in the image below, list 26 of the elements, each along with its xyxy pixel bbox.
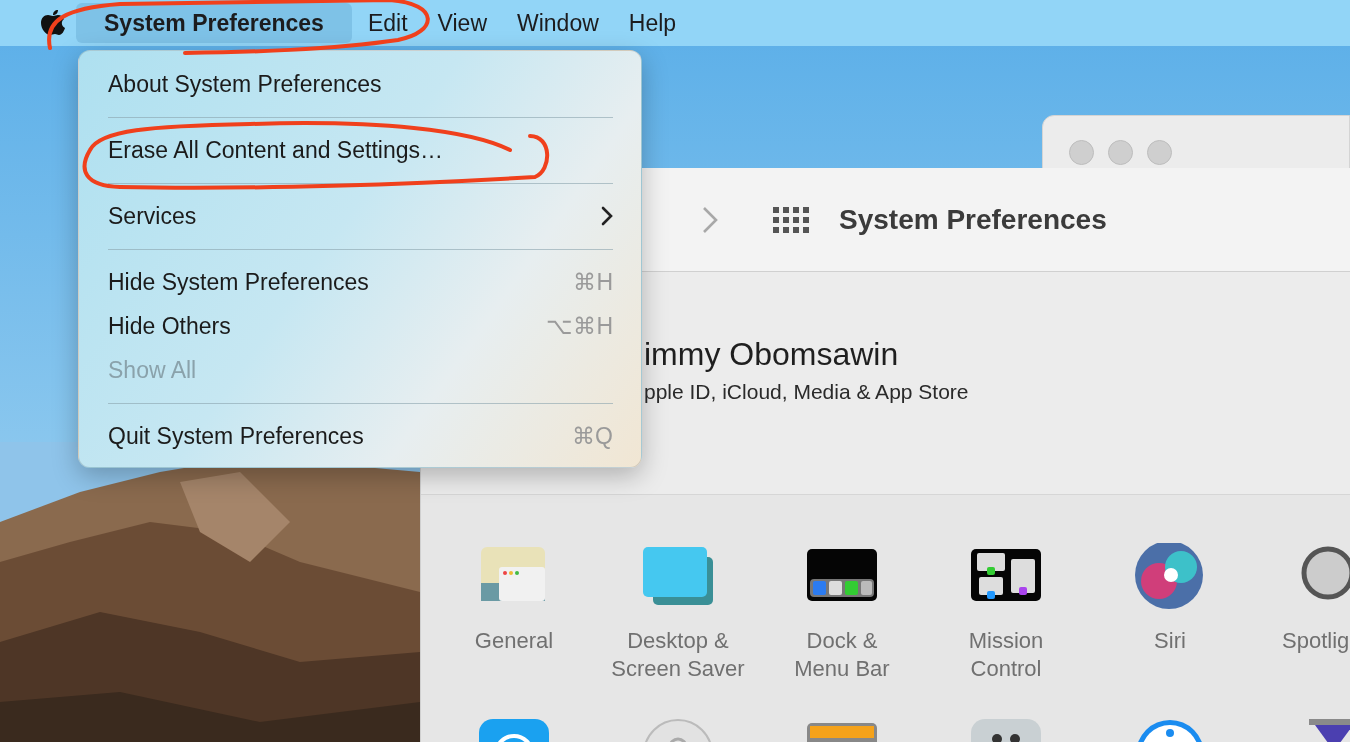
menu-bar-item[interactable]: Window [503,3,613,43]
preference-label[interactable]: Mission Control [968,627,1044,683]
apple-logo-icon[interactable] [40,8,66,38]
menu-item[interactable]: About System Preferences [79,62,641,106]
chevron-right-icon[interactable] [701,204,719,235]
menu-item[interactable]: Hide System Preferences ⌘H [79,260,641,304]
menu-item[interactable]: Hide Others ⌥⌘H [79,304,641,348]
preference-label[interactable]: Desktop & Screen Saver [611,627,745,683]
menu-item[interactable]: Services [79,194,641,238]
window-title: System Preferences [839,202,1107,237]
account-subtitle: pple ID, iCloud, Media & App Store [644,379,970,405]
menu-bar-item[interactable]: View [423,3,501,43]
menu-bar-item[interactable]: Help [614,3,691,43]
account-name: immy Obomsawin [644,335,900,374]
preference-label[interactable]: Spotlig [1282,627,1350,655]
preference-label[interactable]: Siri [1154,627,1186,655]
shortcut-label: ⌘Q [572,421,613,451]
shortcut-label: ⌘H [573,267,613,297]
shortcut-label: ⌥⌘H [546,311,613,341]
menu-item[interactable]: Erase All Content and Settings… [79,128,641,172]
menu-item[interactable]: Quit System Preferences ⌘Q [79,414,641,458]
preference-label[interactable]: Dock & Menu Bar [794,627,890,683]
menu-bar-item[interactable]: Edit [353,3,422,43]
grid-icon[interactable] [773,206,809,233]
menu-bar-item[interactable]: System Preferences [76,3,352,43]
preference-label[interactable]: General [474,627,554,655]
